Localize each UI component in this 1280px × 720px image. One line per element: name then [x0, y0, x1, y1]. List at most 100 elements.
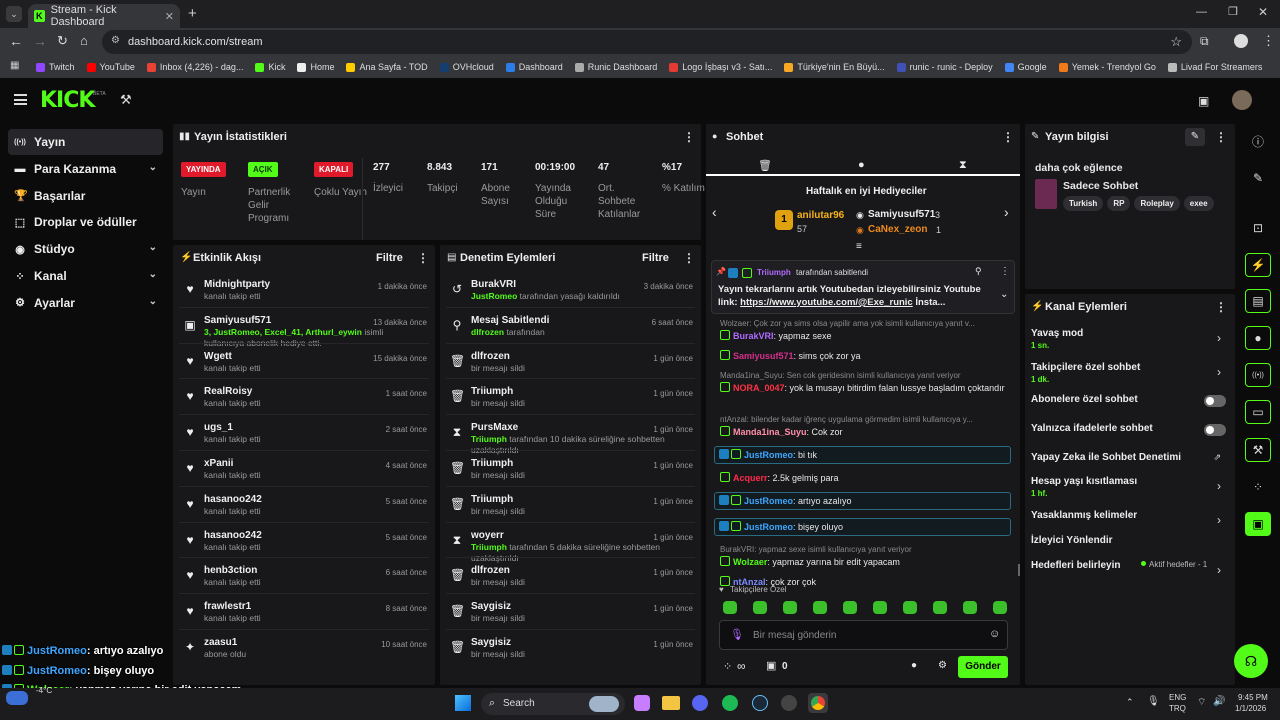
new-tab-icon[interactable]: +	[188, 5, 197, 22]
chevron-right-icon[interactable]: ›	[1217, 513, 1221, 527]
sidebar-item-kanal[interactable]: ⁘ Kanal ⌄	[8, 263, 163, 289]
browser-tab-kick-dashboard[interactable]: K Stream - Kick Dashboard ✕	[28, 4, 180, 28]
chat-message[interactable]: BurakVRI: yapmaz sexe isimli kullanıcıya…	[720, 544, 1012, 568]
event-username[interactable]: Triiumph	[471, 494, 513, 505]
toggle-switch[interactable]	[1204, 395, 1226, 407]
chat-username[interactable]: ntAnzal	[733, 577, 766, 587]
channel-action-label[interactable]: Takipçilere özel sohbet	[1031, 362, 1140, 373]
chat-scrollbar[interactable]	[1018, 564, 1020, 576]
viewers-dots-icon[interactable]: ⁘	[723, 660, 732, 673]
treasure-chest-icon[interactable]: ▣	[766, 659, 776, 672]
sidebar-item-başarılar[interactable]: 🏆 Başarılar	[8, 183, 163, 209]
close-window-icon[interactable]: ✕	[1258, 5, 1268, 19]
event-username[interactable]: dlfrozen	[471, 351, 510, 362]
event-username[interactable]: Saygisiz	[471, 601, 511, 612]
bookmark-item[interactable]: Google	[1004, 62, 1047, 72]
windows-start-icon[interactable]	[455, 695, 471, 711]
event-username[interactable]: hasanoo242	[204, 494, 262, 505]
chat-clear-trash-icon[interactable]: 🗑	[758, 159, 772, 172]
chat-settings-gear-icon[interactable]: ⚙	[938, 660, 947, 671]
browser-menu-icon[interactable]: ⋮	[1262, 33, 1275, 49]
event-username[interactable]: Triiumph	[471, 458, 513, 469]
wrench-icon[interactable]: ⚒	[1245, 438, 1271, 462]
pinned-by-user[interactable]: Triiumph	[757, 268, 791, 277]
chat-username[interactable]: BurakVRI	[733, 331, 774, 341]
spotify-icon[interactable]	[722, 695, 738, 711]
emote-icon[interactable]	[753, 601, 767, 614]
bookmark-item[interactable]: Kick	[255, 62, 285, 72]
chat-reply-context[interactable]: BurakVRI: yapmaz sexe isimli kullanıcıya…	[720, 544, 1012, 556]
event-username[interactable]: Midnightparty	[204, 279, 270, 290]
clock-date[interactable]: 1/1/2026	[1235, 704, 1266, 713]
activity-filter-button[interactable]: Filtre	[376, 252, 403, 264]
discord-icon[interactable]	[692, 695, 708, 711]
reload-icon[interactable]: ↻	[57, 33, 68, 49]
hamburger-menu-icon[interactable]	[14, 94, 27, 105]
bookmark-item[interactable]: OVHcloud	[439, 62, 494, 72]
weather-icon[interactable]	[6, 691, 28, 705]
chat-message[interactable]: ntAnzal: bilender kadar iğrenç uygulama …	[720, 414, 1012, 438]
chevron-right-icon[interactable]: ›	[1217, 479, 1221, 493]
lightning-icon[interactable]: ⚡	[1245, 253, 1271, 277]
external-link-icon[interactable]: ⇗	[1213, 452, 1221, 463]
bookmark-item[interactable]: Runic Dashboard	[574, 62, 657, 72]
taskbar-search[interactable]: ⌕ Search	[481, 693, 625, 715]
toggle-switch[interactable]	[1204, 424, 1226, 436]
edit-stream-info-icon[interactable]: ✎	[1185, 128, 1205, 146]
chat-username[interactable]: Samiyusuf571	[733, 351, 794, 361]
bookmark-item[interactable]: Yemek - Trendyol Go	[1058, 62, 1156, 72]
bookmark-item[interactable]: runic - runic - Deploy	[896, 62, 993, 72]
quick-actions-icon[interactable]: ⚒	[120, 92, 132, 108]
chrome-taskbar-button[interactable]	[808, 693, 828, 713]
gifters-prev-icon[interactable]: ‹	[712, 204, 717, 220]
channel-action-label[interactable]: Hesap yaşı kısıtlaması	[1031, 476, 1137, 487]
edit-icon[interactable]: ✎	[1245, 166, 1271, 190]
chat-bubble-small-icon[interactable]: ●	[911, 660, 917, 671]
event-username[interactable]: zaasu1	[204, 637, 237, 648]
channel-action-label[interactable]: İzleyici Yönlendir	[1031, 535, 1113, 546]
user-avatar[interactable]	[1232, 90, 1252, 110]
site-info-icon[interactable]: ⚙	[111, 35, 120, 46]
emote-icon[interactable]	[993, 601, 1007, 614]
chat-message[interactable]: ntAnzal: çok zor çok	[720, 576, 1012, 588]
file-explorer-icon[interactable]	[662, 696, 680, 710]
chat-username[interactable]: Manda1ina_Suyu	[733, 427, 807, 437]
tag-pill[interactable]: Turkish	[1063, 196, 1104, 211]
chat-menu-icon[interactable]: ⋮	[1002, 130, 1014, 144]
chat-message[interactable]: Manda1ina_Suyu: Sen cok geridesinn isiml…	[720, 370, 1012, 394]
event-username[interactable]: Saygisiz	[471, 637, 511, 648]
chat-message[interactable]: Samiyusuf571: sims çok zor ya	[720, 350, 1012, 362]
chevron-right-icon[interactable]: ›	[1217, 563, 1221, 577]
sidebar-item-droplar-ve-ödüller[interactable]: ⬚ Droplar ve ödüller	[8, 209, 163, 235]
tag-pill[interactable]: exee	[1183, 196, 1214, 211]
emote-icon[interactable]	[933, 601, 947, 614]
event-username[interactable]: hasanoo242	[204, 530, 262, 541]
chat-popout-icon[interactable]: ●	[1245, 326, 1271, 350]
collapse-gifters-icon[interactable]: ≡	[856, 241, 862, 252]
sidebar-item-ayarlar[interactable]: ⚙ Ayarlar ⌄	[8, 290, 163, 316]
event-username[interactable]: Samiyusuf571	[204, 315, 271, 326]
chevron-right-icon[interactable]: ›	[1217, 331, 1221, 345]
event-username[interactable]: RealRoisy	[204, 386, 252, 397]
channel-action-label[interactable]: Yalnızca ifadelerle sohbet	[1031, 423, 1153, 434]
bookmark-item[interactable]: Home	[297, 62, 334, 72]
broadcast-icon[interactable]: ((•))	[1245, 363, 1271, 387]
close-tab-icon[interactable]: ✕	[165, 10, 174, 23]
chat-username[interactable]: JustRomeo	[744, 450, 793, 460]
category-thumbnail[interactable]	[1035, 179, 1057, 209]
notes-icon[interactable]: ▤	[1245, 289, 1271, 313]
chat-timer-icon[interactable]: ⧗	[959, 159, 967, 172]
extensions-icon[interactable]: ⧉	[1200, 34, 1209, 49]
sidebar-item-yayın[interactable]: ((•)) Yayın	[8, 129, 163, 155]
obs-icon[interactable]	[781, 695, 797, 711]
event-username[interactable]: dlfrozen	[471, 565, 510, 576]
event-actor[interactable]: dlfrozen	[471, 327, 504, 337]
emote-icon[interactable]	[873, 601, 887, 614]
chat-emote-icon[interactable]: ●	[858, 159, 865, 171]
url-field[interactable]: ⚙ dashboard.kick.com/stream ☆	[102, 30, 1192, 54]
chat-reply-context[interactable]: Manda1ina_Suyu: Sen cok geridesinn isiml…	[720, 370, 1012, 382]
keyboard-code[interactable]: TRQ	[1169, 704, 1186, 713]
event-username[interactable]: Mesaj Sabitlendi	[471, 315, 549, 326]
emote-icon[interactable]	[723, 601, 737, 614]
game-icon[interactable]: ▣	[1245, 512, 1271, 536]
